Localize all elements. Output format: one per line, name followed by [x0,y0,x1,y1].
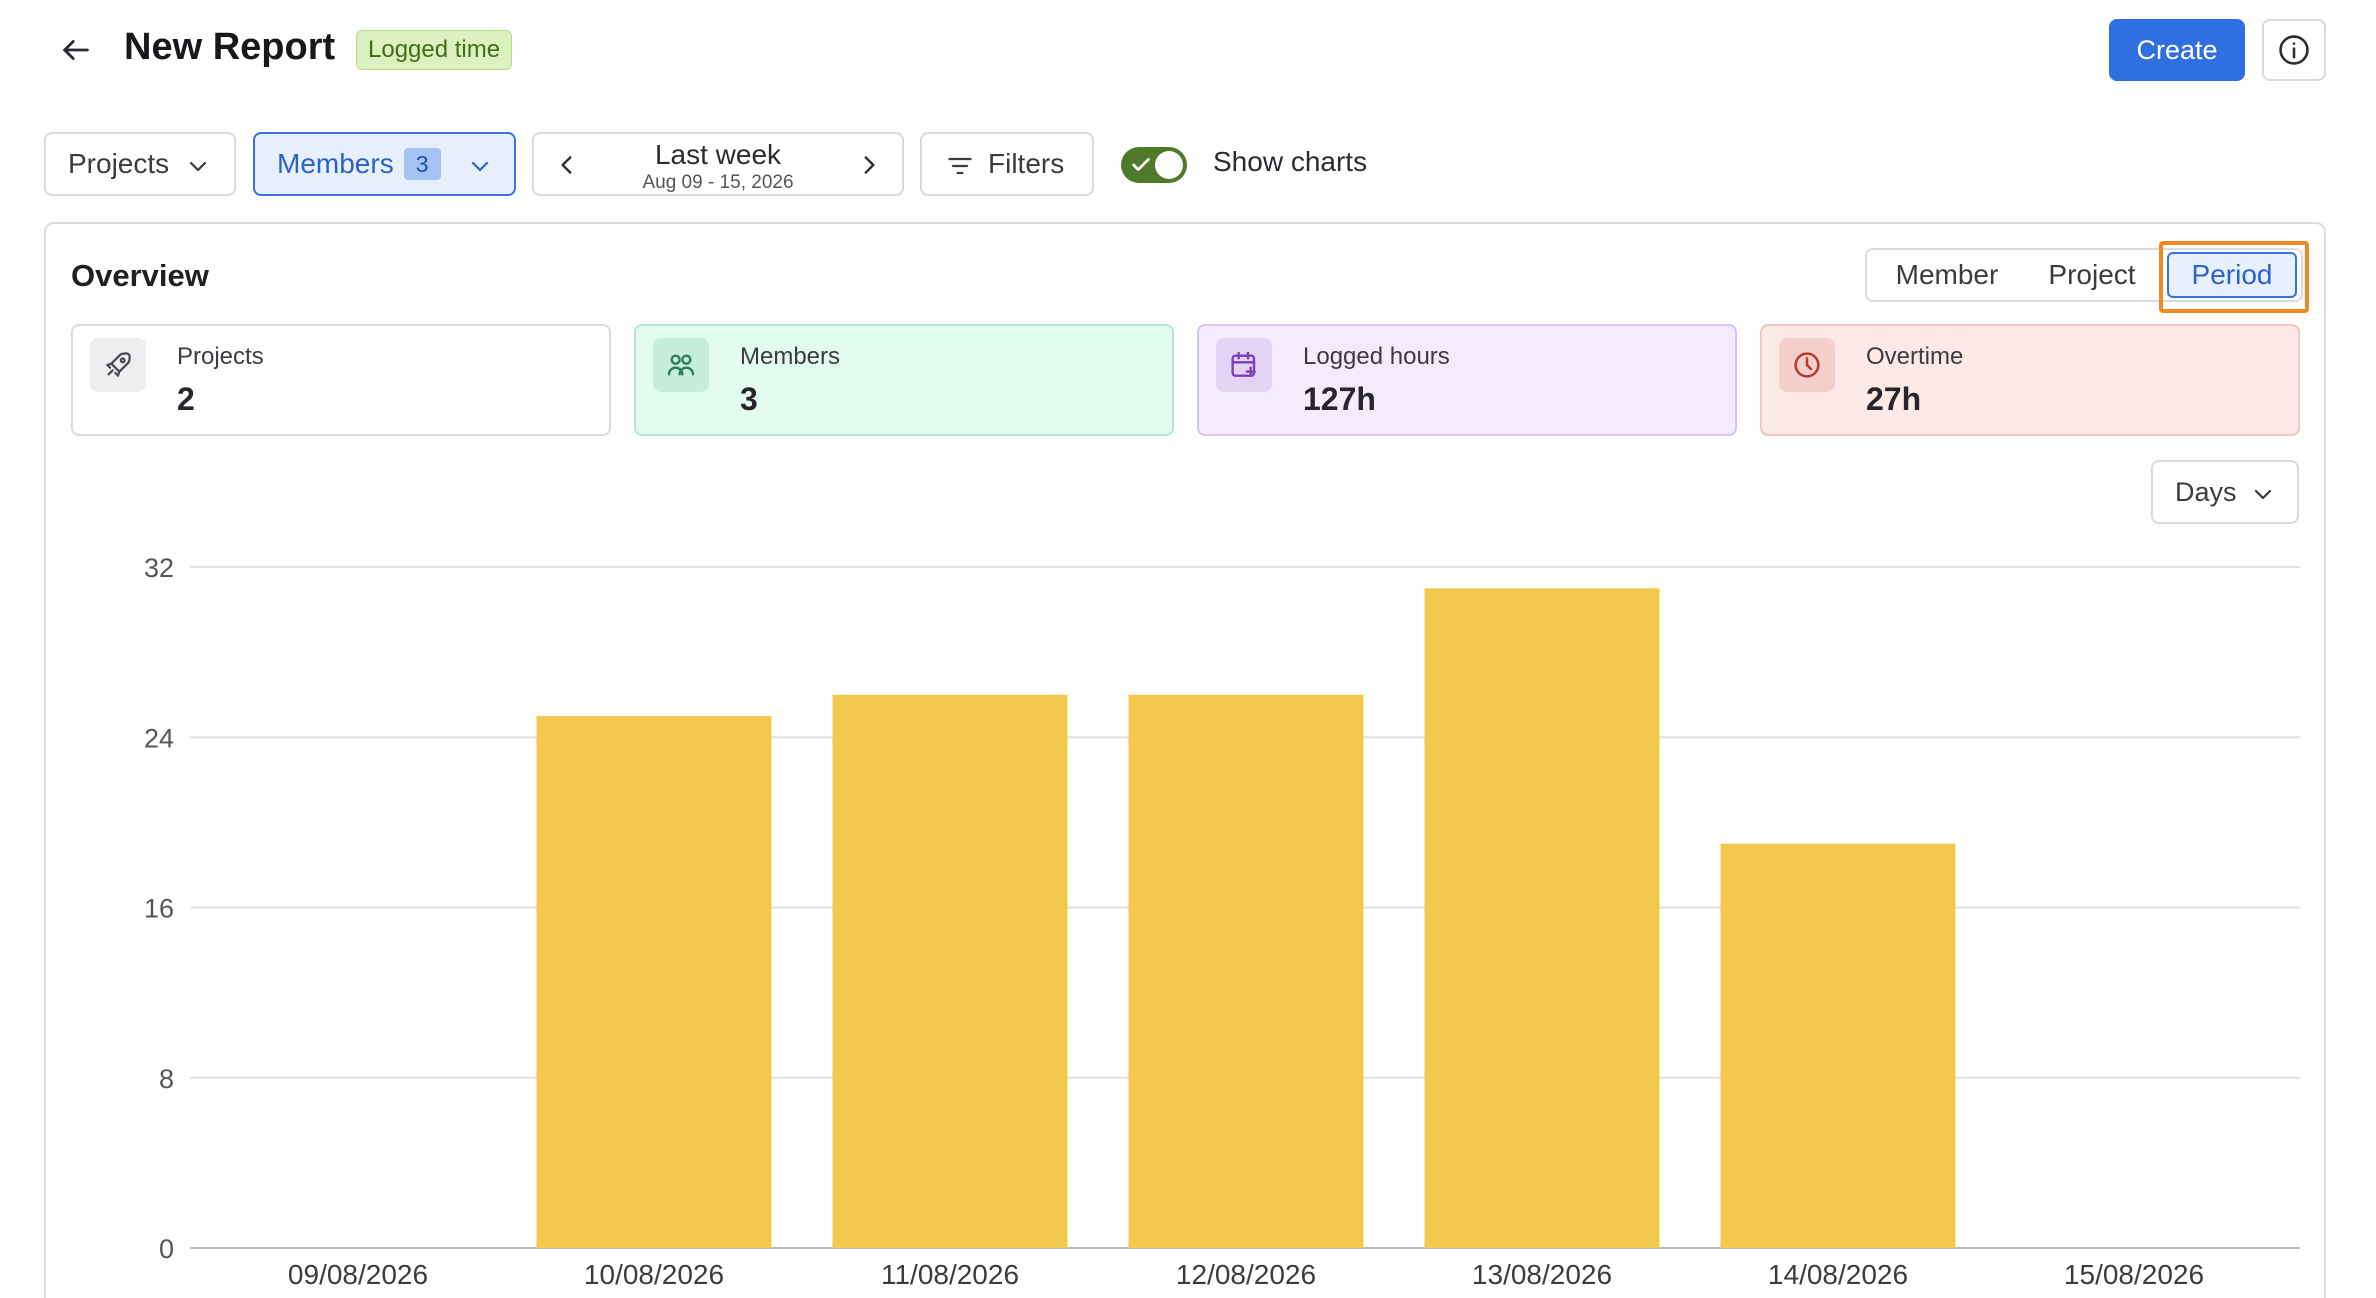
calendar-plus-icon [1216,338,1272,392]
filters-button[interactable]: Filters [920,132,1094,196]
filters-button-label: Filters [988,148,1065,179]
arrow-left-icon [63,40,89,60]
chevron-down-icon [2254,489,2272,500]
x-tick-label: 13/08/2026 [1472,1259,1612,1290]
bar [832,694,1068,1248]
info-button[interactable] [2262,19,2326,81]
y-tick-label: 16 [144,894,174,924]
x-tick-label: 11/08/2026 [881,1259,1019,1290]
show-charts-toggle[interactable] [1121,147,1187,183]
granularity-dropdown[interactable]: Days [2151,460,2299,524]
period-picker: Last week Aug 09 - 15, 2026 [532,132,904,196]
stat-card-overtime: Overtime 27h [1760,324,2300,436]
page-title: New Report [124,26,336,68]
check-icon [1132,158,1150,171]
granularity-label: Days [2175,476,2237,507]
stat-card-value: 27h [1866,381,1922,417]
toggle-knob [1155,151,1183,179]
stat-card-label: Members [740,343,841,370]
members-dropdown-label: Members [277,148,394,179]
next-period-button[interactable] [856,152,882,178]
projects-dropdown-label: Projects [68,148,170,179]
back-button[interactable] [52,28,100,72]
info-icon [2279,35,2309,65]
rocket-icon [90,338,146,392]
page-header: New Report Logged time Create [0,0,2376,100]
chevron-down-icon [471,161,489,172]
report-toolbar: Projects Members 3 Last week Aug 09 - 15… [0,130,2376,198]
y-tick-label: 0 [159,1234,174,1264]
report-type-tag: Logged time [356,30,513,70]
stat-card-logged-hours: Logged hours 127h [1197,324,1737,436]
stat-card-label: Projects [177,343,264,370]
overview-title: Overview [71,258,209,293]
members-count-badge: 3 [403,148,441,180]
bar [1128,694,1364,1248]
stat-card-value: 127h [1303,381,1376,417]
period-date-range: Aug 09 - 15, 2026 [642,172,794,193]
segment-period[interactable]: Period [2167,252,2297,298]
segment-member[interactable]: Member [1877,250,2017,300]
stat-card-label: Overtime [1866,343,1964,370]
users-icon [653,338,709,392]
segment-project[interactable]: Project [2022,250,2162,300]
projects-dropdown[interactable]: Projects [44,132,236,196]
create-button[interactable]: Create [2109,19,2245,81]
x-tick-label: 15/08/2026 [2064,1259,2204,1290]
show-charts-label: Show charts [1213,146,1368,177]
logged-hours-bar-chart: 0 8 16 24 32 09/08/2026 10/08/2026 11/08/2026 12… [144,553,2300,1290]
x-tick-label: 12/08/2026 [1176,1259,1316,1290]
clock-icon [1779,338,1835,392]
members-dropdown[interactable]: Members 3 [253,132,516,196]
stat-card-label: Logged hours [1303,343,1450,370]
stat-card-value: 3 [740,381,758,417]
bar [1424,588,1660,1248]
stat-card-projects: Projects 2 [71,324,611,436]
stat-card-members: Members 3 [634,324,1174,436]
chevron-down-icon [189,161,207,172]
bar [1720,843,1956,1248]
period-label[interactable]: Last week [534,139,902,171]
x-tick-label: 10/08/2026 [584,1259,724,1290]
x-tick-label: 09/08/2026 [288,1259,428,1290]
stat-card-value: 2 [177,381,195,417]
y-tick-label: 32 [144,553,174,583]
y-tick-label: 24 [144,723,174,753]
x-tick-label: 14/08/2026 [1768,1259,1908,1290]
y-tick-label: 8 [159,1064,174,1094]
group-by-segmented-control: Member Project Period [1865,248,2303,302]
bar [536,715,772,1248]
filter-lines-icon [948,157,972,175]
